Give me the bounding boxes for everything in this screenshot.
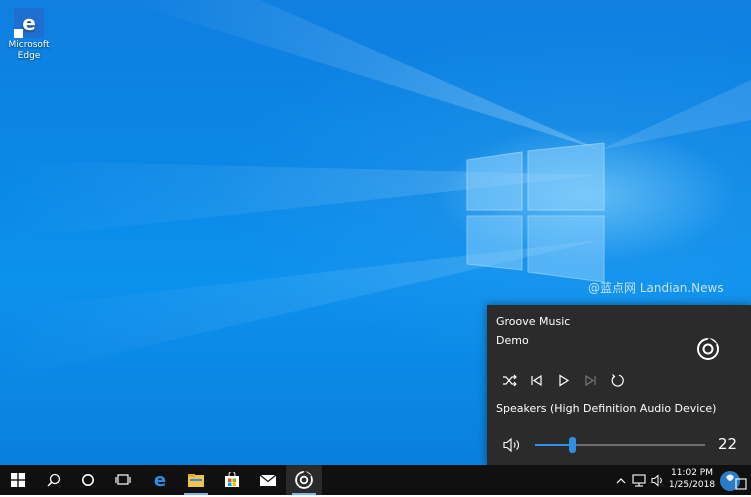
volume-slider-fill bbox=[535, 444, 573, 446]
volume-slider[interactable] bbox=[535, 437, 705, 453]
shuffle-icon bbox=[503, 374, 517, 387]
cortana-button[interactable] bbox=[70, 465, 106, 495]
cortana-icon bbox=[82, 474, 94, 486]
taskbar: e 11:02 PM 1/25/2018 bbox=[0, 465, 751, 495]
action-center-button[interactable] bbox=[718, 469, 748, 493]
speaker-volume-icon[interactable] bbox=[502, 437, 522, 453]
shortcut-arrow-icon bbox=[14, 29, 23, 38]
desktop-icon-microsoft-edge[interactable]: e Microsoft Edge bbox=[4, 8, 54, 62]
store-icon bbox=[225, 472, 239, 487]
repeat-button[interactable] bbox=[609, 372, 626, 389]
edge-icon: e bbox=[14, 8, 44, 38]
volume-tray-button[interactable] bbox=[649, 465, 666, 495]
volume-value: 22 bbox=[718, 435, 738, 453]
file-explorer-icon bbox=[188, 473, 204, 487]
mail-button[interactable] bbox=[250, 465, 286, 495]
chevron-up-icon bbox=[616, 477, 626, 483]
notification-icon bbox=[720, 471, 747, 491]
taskbar-edge-button[interactable]: e bbox=[142, 465, 178, 495]
next-icon bbox=[585, 374, 596, 387]
start-icon bbox=[11, 473, 25, 487]
media-track-title: Demo bbox=[496, 334, 529, 347]
clock[interactable]: 11:02 PM 1/25/2018 bbox=[668, 467, 716, 491]
groove-music-icon bbox=[697, 337, 719, 360]
volume-slider-thumb[interactable] bbox=[569, 437, 577, 453]
volume-icon bbox=[651, 473, 662, 487]
desktop-icon-label: Microsoft Edge bbox=[8, 40, 50, 61]
play-icon bbox=[559, 374, 570, 387]
groove-music-icon bbox=[295, 470, 313, 489]
clock-date: 1/25/2018 bbox=[668, 480, 716, 490]
repeat-icon bbox=[611, 374, 624, 387]
previous-icon bbox=[531, 374, 542, 387]
next-button[interactable] bbox=[582, 372, 599, 389]
edge-icon: e bbox=[154, 471, 166, 489]
svg-text:e: e bbox=[22, 12, 36, 34]
shuffle-button[interactable] bbox=[501, 372, 518, 389]
search-button[interactable] bbox=[36, 465, 72, 495]
svg-text:e: e bbox=[154, 471, 166, 489]
play-button[interactable] bbox=[555, 372, 572, 389]
store-button[interactable] bbox=[214, 465, 250, 495]
groove-music-taskbar-button[interactable] bbox=[286, 465, 322, 495]
media-app-name: Groove Music bbox=[496, 315, 571, 328]
task-view-icon bbox=[115, 474, 131, 485]
audio-device-name[interactable]: Speakers (High Definition Audio Device) bbox=[496, 402, 716, 415]
show-hidden-icons-button[interactable] bbox=[613, 465, 629, 495]
start-button[interactable] bbox=[0, 465, 36, 495]
previous-button[interactable] bbox=[528, 372, 545, 389]
task-view-button[interactable] bbox=[105, 465, 141, 495]
file-explorer-button[interactable] bbox=[178, 465, 214, 495]
network-icon bbox=[631, 473, 646, 487]
media-flyout: Groove Music Demo Speakers (High Definit… bbox=[487, 305, 751, 465]
watermark: @蓝点网 Landian.News bbox=[588, 281, 724, 295]
network-button[interactable] bbox=[630, 465, 648, 495]
search-icon bbox=[47, 473, 61, 487]
clock-time: 11:02 PM bbox=[671, 468, 713, 478]
windows-logo-wallpaper bbox=[466, 142, 605, 283]
mail-icon bbox=[259, 474, 277, 486]
